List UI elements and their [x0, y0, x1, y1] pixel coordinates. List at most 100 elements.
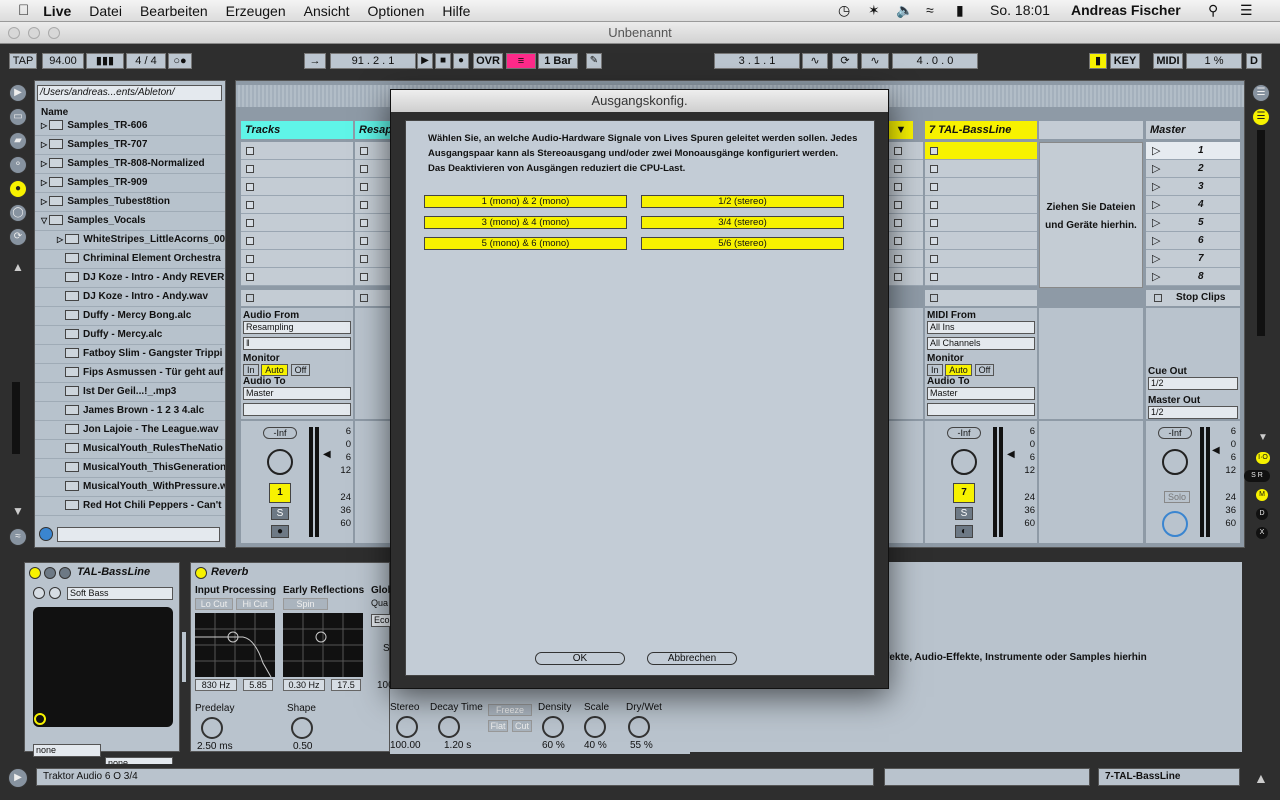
signature-field[interactable]: 4 / 4: [126, 53, 166, 69]
groove-pool-icon[interactable]: ≈: [9, 528, 27, 546]
clip-slot[interactable]: [925, 214, 1037, 232]
stop-button-resampling[interactable]: [355, 290, 391, 306]
send-value[interactable]: -Inf: [263, 427, 297, 439]
clip-slot[interactable]: [889, 232, 923, 250]
solo-button[interactable]: S: [271, 507, 289, 520]
stop-icon[interactable]: ■: [435, 53, 451, 69]
key-map-icon[interactable]: ▮: [1089, 53, 1107, 69]
output-stereo-1-2[interactable]: 1/2 (stereo): [641, 195, 844, 208]
device-splitter[interactable]: [182, 632, 186, 682]
arm-button-tal[interactable]: ◐: [955, 525, 973, 538]
track-header-resampling[interactable]: Resap: [355, 121, 392, 139]
sends-returns-icon[interactable]: S R: [1244, 470, 1270, 482]
disclosure-arrow-icon[interactable]: ▷: [41, 140, 49, 149]
menu-bearbeiten[interactable]: Bearbeiten: [140, 3, 208, 19]
time-machine-icon[interactable]: ◷: [838, 2, 850, 19]
wrench-icon[interactable]: [59, 567, 71, 579]
disclosure-arrow-icon[interactable]: ▷: [57, 235, 65, 244]
menu-ansicht[interactable]: Ansicht: [304, 3, 350, 19]
browser-item[interactable]: ▷ Samples_Tubest8tion: [35, 193, 225, 212]
monitor-off-button-tal[interactable]: Off: [974, 364, 995, 376]
clip-slot[interactable]: [925, 232, 1037, 250]
pan-knob[interactable]: [267, 449, 293, 475]
session-scrollbar[interactable]: [1257, 130, 1265, 336]
menu-optionen[interactable]: Optionen: [368, 3, 425, 19]
play-icon[interactable]: ▶: [417, 53, 433, 69]
io-toggle-icon[interactable]: I·O: [1256, 452, 1270, 464]
density-knob[interactable]: [542, 716, 564, 738]
scroll-down-icon[interactable]: ▼: [12, 504, 24, 518]
places-browser-icon[interactable]: ●: [9, 180, 27, 198]
midi-from-select[interactable]: All Ins: [927, 321, 1035, 334]
clip-slot[interactable]: [925, 178, 1037, 196]
stop-clips-button[interactable]: Stop Clips: [1146, 290, 1240, 306]
scene-launch[interactable]: ▷ 4: [1146, 196, 1240, 214]
clip-slot[interactable]: [241, 142, 353, 160]
scene-launch[interactable]: ▷ 2: [1146, 160, 1240, 178]
track-header-tracks[interactable]: Tracks: [241, 121, 353, 139]
track-activator-1[interactable]: 1: [269, 483, 291, 503]
spotlight-icon[interactable]: ⚲: [1208, 2, 1218, 19]
cancel-button[interactable]: Abbrechen: [647, 652, 737, 665]
browser-item[interactable]: Fips Asmussen - Tür geht auf: [35, 364, 225, 383]
scene-launch[interactable]: ▷ 6: [1146, 232, 1240, 250]
filter-width-value[interactable]: 5.85: [243, 679, 273, 691]
track-header-tal-bassline[interactable]: 7 TAL-BassLine: [925, 121, 1037, 139]
clip-slot[interactable]: [925, 250, 1037, 268]
clip-slot[interactable]: [355, 196, 391, 214]
freeze-button[interactable]: Freeze: [488, 704, 532, 716]
audio-to-channel-tal[interactable]: [927, 403, 1035, 416]
menu-datei[interactable]: Datei: [89, 3, 122, 19]
session-view-icon[interactable]: ☰: [1252, 108, 1270, 126]
clip-slot[interactable]: [355, 178, 391, 196]
fader-handle-icon[interactable]: ◀: [323, 449, 331, 460]
menu-app[interactable]: Live: [43, 3, 71, 19]
apple-icon[interactable]: : [18, 2, 29, 19]
monitor-in-button-tal[interactable]: In: [927, 364, 943, 376]
decay-knob[interactable]: [438, 716, 460, 738]
browser-item[interactable]: Duffy - Mercy Bong.alc: [35, 307, 225, 326]
output-mono-3-4[interactable]: 3 (mono) & 4 (mono): [424, 216, 627, 229]
shape-knob[interactable]: [291, 717, 313, 739]
arm-button[interactable]: ●: [271, 525, 289, 538]
preset-select[interactable]: Soft Bass: [67, 587, 173, 600]
bluetooth-icon[interactable]: ✶: [868, 2, 880, 19]
clip-slot[interactable]: [889, 214, 923, 232]
device-title-tal[interactable]: TAL-BassLine: [77, 566, 150, 578]
monitor-auto-button[interactable]: Auto: [261, 364, 288, 376]
browser-item[interactable]: Chriminal Element Orchestra: [35, 250, 225, 269]
flat-button[interactable]: Flat: [488, 720, 508, 732]
preset-disk-icon[interactable]: [49, 587, 61, 599]
hotswap-icon[interactable]: [39, 527, 53, 541]
pan-knob-master[interactable]: [1162, 449, 1188, 475]
reverb-power-icon[interactable]: [195, 567, 207, 579]
clip-slot[interactable]: [889, 196, 923, 214]
browser-path[interactable]: /Users/andreas...ents/Ableton/: [37, 85, 222, 101]
device-title-reverb[interactable]: Reverb: [211, 566, 248, 578]
browser-item[interactable]: Jon Lajoie - The League.wav: [35, 421, 225, 440]
loop-length-field[interactable]: 4 . 0 . 0: [892, 53, 978, 69]
scene-launch[interactable]: ▷ 1: [1146, 142, 1240, 160]
quality-select[interactable]: Eco: [371, 614, 391, 627]
clip-slot[interactable]: [241, 268, 353, 286]
scroll-up-icon[interactable]: ▲: [12, 260, 24, 274]
audio-from-select[interactable]: Resampling: [243, 321, 351, 334]
clip-slot[interactable]: [241, 250, 353, 268]
punch-in-icon[interactable]: ∿: [802, 53, 828, 69]
input-channel-select[interactable]: ‖: [243, 337, 351, 350]
audio-to-channel[interactable]: [243, 403, 351, 416]
cut-button[interactable]: Cut: [512, 720, 532, 732]
send-value-tal[interactable]: -Inf: [947, 427, 981, 439]
scene-launch[interactable]: ▷ 8: [1146, 268, 1240, 286]
save-preset-icon[interactable]: [33, 587, 45, 599]
clip-slot[interactable]: [355, 142, 391, 160]
clip-slot[interactable]: [355, 160, 391, 178]
solo-mode-button[interactable]: Solo: [1164, 491, 1190, 503]
tempo-field[interactable]: 94.00: [42, 53, 84, 69]
browser-item[interactable]: ▽ Samples_Vocals: [35, 212, 225, 231]
output-mono-1-2[interactable]: 1 (mono) & 2 (mono): [424, 195, 627, 208]
stop-button-tal[interactable]: [925, 290, 1037, 306]
follow-icon[interactable]: →: [304, 53, 326, 69]
browser-item[interactable]: DJ Koze - Intro - Andy.wav: [35, 288, 225, 307]
clip-slot[interactable]: [889, 142, 923, 160]
